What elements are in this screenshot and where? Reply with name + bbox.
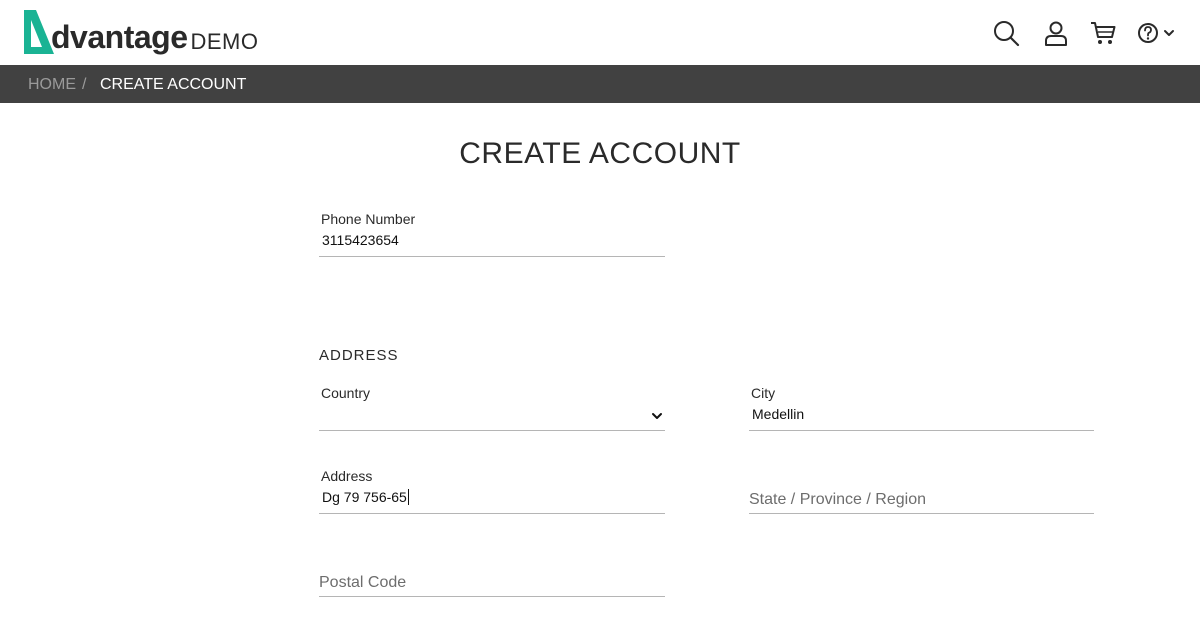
breadcrumb-current: CREATE ACCOUNT bbox=[100, 76, 247, 93]
breadcrumb-separator: / bbox=[82, 76, 87, 93]
city-label: City bbox=[751, 385, 776, 401]
logo-word: dvantage bbox=[51, 19, 188, 55]
search-icon[interactable] bbox=[992, 19, 1020, 47]
logo[interactable]: dvantage DEMO bbox=[22, 8, 258, 56]
country-select[interactable]: Country bbox=[319, 385, 665, 431]
help-icon bbox=[1138, 23, 1174, 43]
city-input[interactable]: Medellin bbox=[752, 406, 1072, 422]
state-placeholder: State / Province / Region bbox=[749, 491, 926, 508]
user-icon[interactable] bbox=[1042, 19, 1070, 47]
cart-icon[interactable] bbox=[1089, 19, 1117, 47]
top-header: dvantage DEMO bbox=[0, 0, 1200, 65]
breadcrumb-home-link[interactable]: HOME bbox=[28, 76, 76, 94]
logo-suffix: DEMO bbox=[190, 29, 259, 54]
address-input-text: Dg 79 756-65 bbox=[322, 489, 407, 505]
chevron-down-icon bbox=[652, 413, 662, 419]
postal-code-field[interactable]: Postal Code bbox=[319, 551, 665, 597]
page-title: CREATE ACCOUNT bbox=[459, 137, 741, 170]
text-caret bbox=[407, 489, 409, 505]
address-input[interactable]: Dg 79 756-65 bbox=[322, 489, 642, 505]
help-menu[interactable] bbox=[1136, 19, 1178, 47]
state-field[interactable]: State / Province / Region bbox=[749, 468, 1094, 514]
country-label: Country bbox=[321, 385, 371, 401]
phone-number-field[interactable]: Phone Number 3115423654 bbox=[319, 211, 665, 257]
address-section-title: ADDRESS bbox=[319, 347, 399, 364]
city-field[interactable]: City Medellin bbox=[749, 385, 1094, 431]
postal-code-placeholder: Postal Code bbox=[319, 574, 407, 591]
breadcrumb: HOME / CREATE ACCOUNT bbox=[0, 65, 1200, 103]
address-label: Address bbox=[321, 468, 373, 484]
phone-number-label: Phone Number bbox=[321, 211, 416, 227]
phone-number-input[interactable]: 3115423654 bbox=[322, 232, 642, 248]
address-field[interactable]: Address Dg 79 756-65 bbox=[319, 468, 665, 514]
